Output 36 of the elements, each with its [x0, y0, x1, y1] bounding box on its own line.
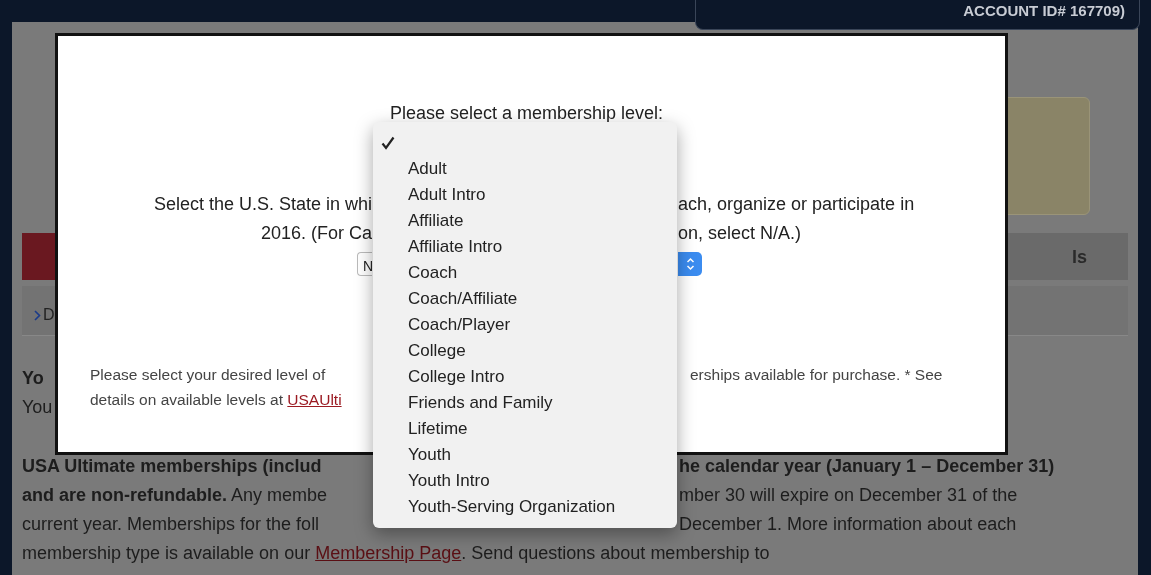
- dropdown-option[interactable]: College: [373, 338, 677, 364]
- text-fragment: You: [22, 396, 53, 419]
- dropdown-option[interactable]: Affiliate: [373, 208, 677, 234]
- footnote-fragment: details on available levels at USAUlti: [90, 391, 342, 408]
- dropdown-option[interactable]: Youth-Serving Organization: [373, 494, 677, 520]
- paragraph-fragment: December 1. More information about each: [679, 513, 1017, 536]
- prompt-fragment: ach, organize or participate in: [678, 193, 916, 216]
- dropdown-option[interactable]: Adult: [373, 156, 677, 182]
- dropdown-option[interactable]: Adult Intro: [373, 182, 677, 208]
- dropdown-option[interactable]: Friends and Family: [373, 390, 677, 416]
- dropdown-option[interactable]: Coach/Affiliate: [373, 286, 677, 312]
- dropdown-option[interactable]: Youth Intro: [373, 468, 677, 494]
- select-arrows-icon[interactable]: [678, 252, 702, 276]
- prompt-fragment: 2016. (For Ca: [259, 222, 372, 245]
- paragraph-line: membership type is available on our Membership Page. Send questions about membership to: [22, 542, 770, 565]
- footnote-fragment: erships available for purchase. * See: [690, 366, 943, 383]
- dropdown-option[interactable]: Coach/Player: [373, 312, 677, 338]
- paragraph-fragment: he calendar year (January 1 – December 31): [679, 455, 1055, 478]
- account-id-label: ACCOUNT ID# 167709): [695, 0, 1140, 30]
- footnote-fragment: Please select your desired level of: [90, 366, 326, 383]
- dropdown-option[interactable]: College Intro: [373, 364, 677, 390]
- prompt-fragment: Select the U.S. State in whi: [152, 193, 372, 216]
- state-select[interactable]: N: [357, 252, 372, 276]
- dropdown-option[interactable]: Affiliate Intro: [373, 234, 677, 260]
- dropdown-option[interactable]: Coach: [373, 260, 677, 286]
- usa-ultimate-link[interactable]: USAUlti: [287, 391, 342, 408]
- dropdown-option[interactable]: Youth: [373, 442, 677, 468]
- modal-title: Please select a membership level:: [389, 102, 664, 125]
- prompt-fragment: on, select N/A.): [678, 222, 803, 245]
- dropdown-option[interactable]: Lifetime: [373, 416, 677, 442]
- text-fragment: Yo: [22, 367, 44, 390]
- paragraph-fragment: USA Ultimate memberships (includ: [22, 455, 323, 478]
- paragraph-fragment: and are non-refundable. Any membe: [22, 484, 329, 507]
- paragraph-fragment: current year. Memberships for the foll: [22, 513, 321, 536]
- checkmark-icon: [381, 136, 395, 150]
- paragraph-fragment: mber 30 will expire on December 31 of the: [679, 484, 1018, 507]
